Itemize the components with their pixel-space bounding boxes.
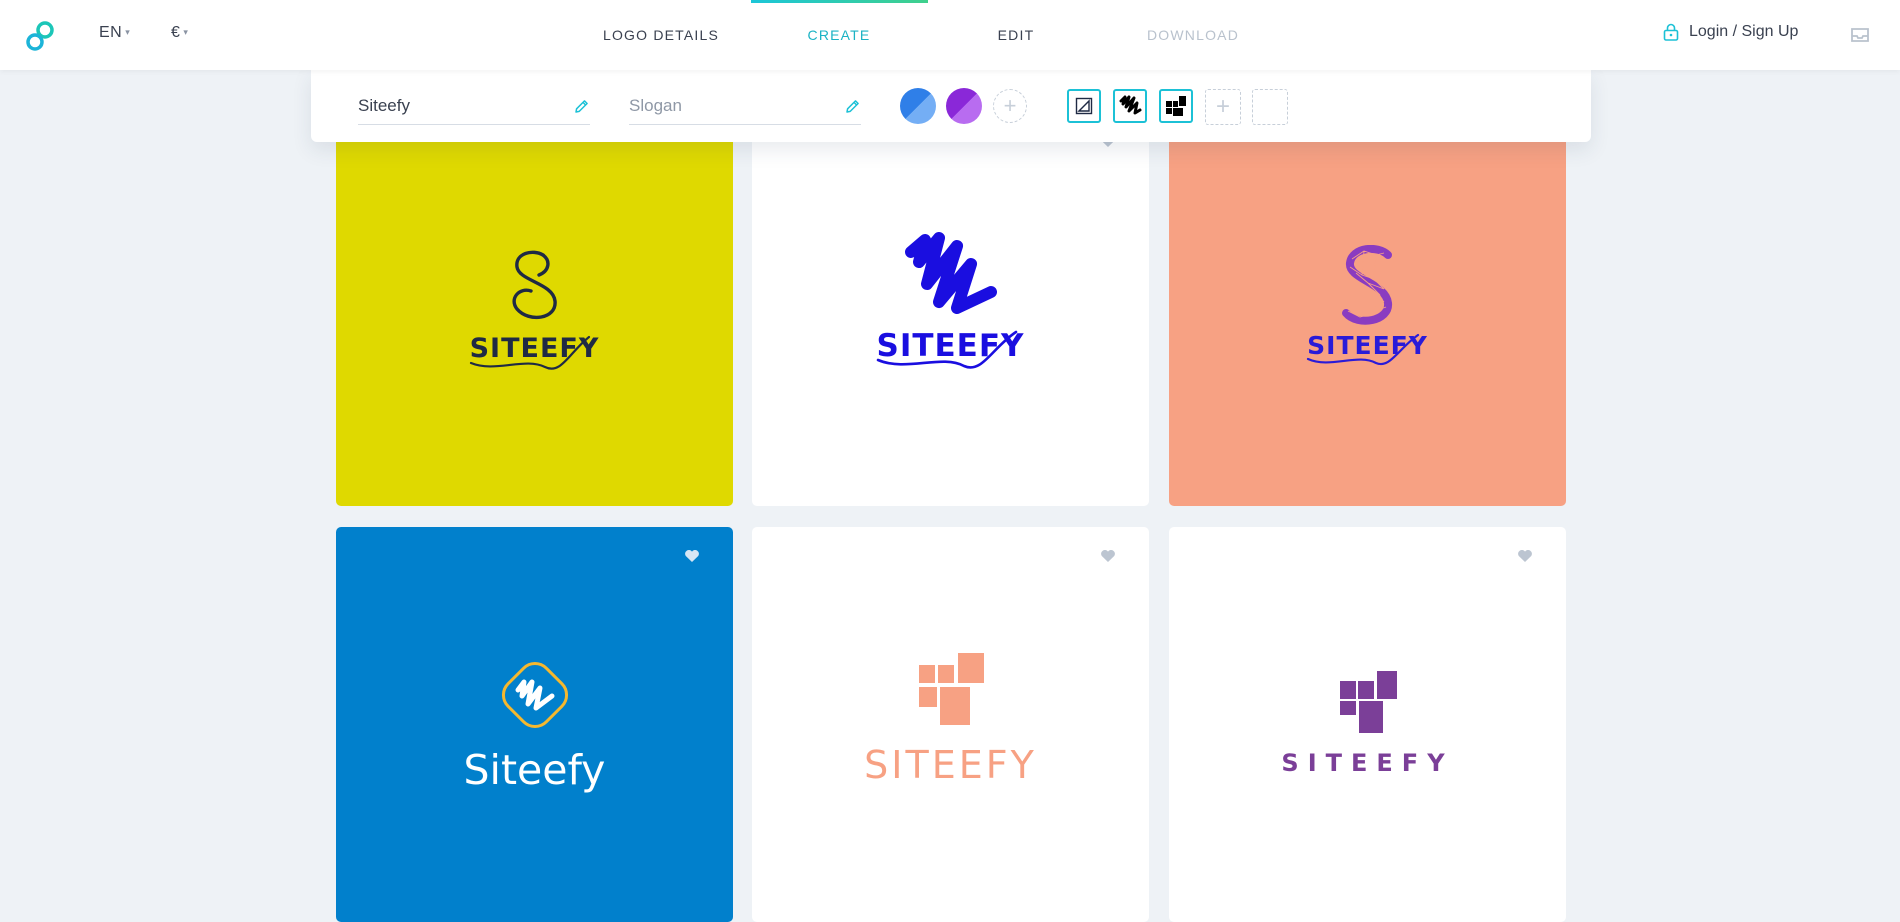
language-selector[interactable]: EN ▾ xyxy=(99,24,130,42)
heart-icon[interactable] xyxy=(684,549,700,563)
logo-preview: SITEEFY xyxy=(1169,245,1566,366)
tab-download: DOWNLOAD xyxy=(1146,27,1240,43)
infinity-logo-icon[interactable] xyxy=(24,20,56,52)
tab-logo-details[interactable]: LOGO DETAILS xyxy=(572,27,750,43)
swoosh-icon xyxy=(469,335,590,370)
scribble-badge-icon xyxy=(501,661,568,729)
top-navbar: EN ▾ € ▾ LOGO DETAILS CREATE EDIT DOWNLOAD… xyxy=(0,0,1900,70)
language-label: EN xyxy=(99,24,123,41)
logo-card[interactable]: Siteefy xyxy=(336,527,733,922)
scribble-icon xyxy=(1119,95,1142,115)
square-corner-icon xyxy=(1075,97,1093,115)
logo-editor-bar: + + xyxy=(311,70,1591,142)
login-signup-link[interactable]: Login / Sign Up xyxy=(1663,23,1798,41)
squares-icon xyxy=(1339,671,1397,733)
logo-preview: Siteefy xyxy=(336,652,733,794)
plus-icon: + xyxy=(1003,93,1017,118)
logo-preview: SITEEFY xyxy=(752,232,1149,369)
login-label: Login / Sign Up xyxy=(1689,23,1799,40)
logo-preview: SITEEFY xyxy=(336,247,733,370)
inbox-icon[interactable] xyxy=(1850,26,1870,44)
logo-preview: SITEEFY xyxy=(752,651,1149,787)
active-tab-indicator xyxy=(751,0,928,3)
tab-create[interactable]: CREATE xyxy=(750,27,928,43)
add-symbol-button[interactable]: + xyxy=(1205,89,1241,125)
squares-icon xyxy=(1166,96,1186,116)
slogan-input[interactable] xyxy=(629,96,829,116)
logo-preview: SITEEFY xyxy=(1169,669,1566,777)
plus-icon: + xyxy=(1215,93,1230,120)
chevron-down-icon: ▾ xyxy=(125,27,131,38)
company-name-input[interactable] xyxy=(358,96,558,116)
letter-s-swirl-icon xyxy=(511,250,557,320)
pencil-icon[interactable] xyxy=(844,98,861,115)
slogan-field[interactable] xyxy=(629,94,861,125)
logo-card[interactable]: SITEEFY xyxy=(336,112,733,506)
chevron-down-icon: ▾ xyxy=(183,27,189,38)
logo-wordmark: SITEEFY xyxy=(1281,749,1454,777)
empty-symbol-slot[interactable] xyxy=(1252,89,1288,125)
lock-icon xyxy=(1663,23,1679,41)
tab-edit[interactable]: EDIT xyxy=(927,27,1105,43)
heart-icon[interactable] xyxy=(1517,549,1533,563)
logo-wordmark: Siteefy xyxy=(463,746,606,794)
swoosh-icon xyxy=(1307,333,1420,366)
symbol-slot-3[interactable] xyxy=(1159,89,1193,123)
scribble-icon xyxy=(904,232,997,314)
currency-selector[interactable]: € ▾ xyxy=(171,24,188,42)
heart-icon[interactable] xyxy=(1100,549,1116,563)
logo-card[interactable]: SITEEFY xyxy=(1169,527,1566,922)
logo-card[interactable]: SITEEFY xyxy=(752,112,1149,506)
color-swatch-blue[interactable] xyxy=(900,88,936,124)
squares-icon xyxy=(918,653,984,725)
logo-card[interactable]: SITEEFY xyxy=(1169,112,1566,506)
pencil-icon[interactable] xyxy=(573,98,590,115)
swoosh-icon xyxy=(876,330,1017,369)
letter-s-geometric-icon xyxy=(1341,245,1392,325)
logo-wordmark: SITEEFY xyxy=(864,743,1037,787)
company-name-field[interactable] xyxy=(358,94,590,125)
symbol-slot-2[interactable] xyxy=(1113,89,1147,123)
currency-label: € xyxy=(171,24,181,41)
symbol-slot-1[interactable] xyxy=(1067,89,1101,123)
color-swatch-purple[interactable] xyxy=(946,88,982,124)
add-color-button[interactable]: + xyxy=(993,89,1027,123)
logo-card[interactable]: SITEEFY xyxy=(752,527,1149,922)
